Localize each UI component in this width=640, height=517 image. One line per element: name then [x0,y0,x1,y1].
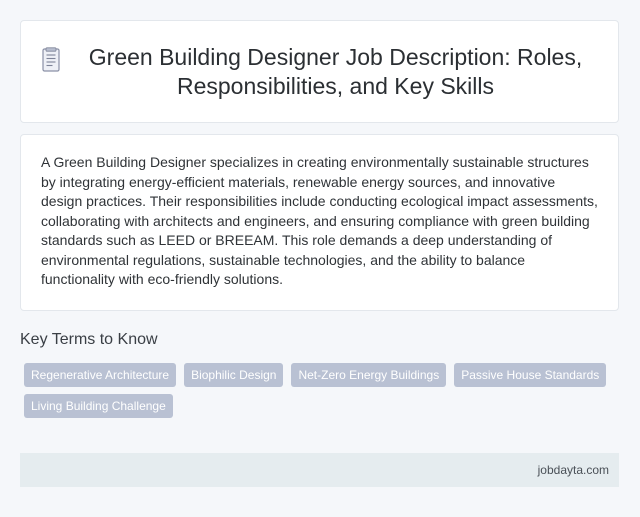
footer-bar: jobdayta.com [20,453,619,487]
title-row: Green Building Designer Job Description:… [40,43,600,101]
description-card: A Green Building Designer specializes in… [20,134,619,311]
footer-site-link[interactable]: jobdayta.com [538,463,609,477]
tag-net-zero-energy-buildings[interactable]: Net-Zero Energy Buildings [291,363,447,387]
tag-living-building-challenge[interactable]: Living Building Challenge [24,394,173,418]
document-icon [41,46,60,72]
key-terms-tag-list: Regenerative Architecture Biophilic Desi… [24,363,614,418]
tag-biophilic-design[interactable]: Biophilic Design [184,363,284,387]
title-card: Green Building Designer Job Description:… [20,20,619,123]
page-title: Green Building Designer Job Description:… [88,43,583,99]
tag-regenerative-architecture[interactable]: Regenerative Architecture [24,363,177,387]
job-description-text: A Green Building Designer specializes in… [41,154,598,287]
tag-passive-house-standards[interactable]: Passive House Standards [454,363,607,387]
key-terms-heading: Key Terms to Know [20,331,158,348]
